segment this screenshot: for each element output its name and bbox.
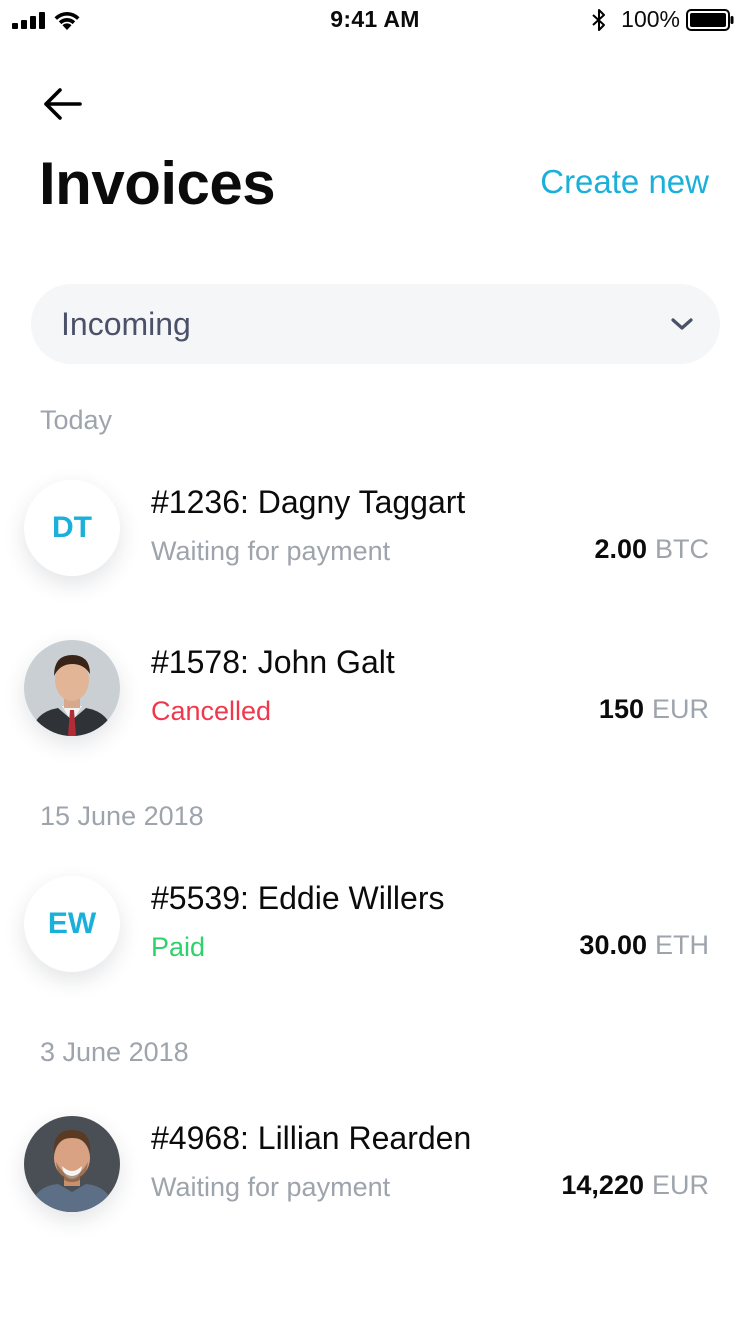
section-header-today: Today [40, 405, 113, 435]
battery-percent: 100% [621, 6, 680, 32]
back-arrow-icon [44, 88, 82, 120]
avatar: DT [24, 480, 120, 576]
avatar-photo [24, 1116, 120, 1212]
avatar-initials: DT [52, 511, 92, 544]
invoice-amount: 30.00 ETH [579, 929, 709, 961]
amount-currency: EUR [651, 694, 709, 724]
invoice-title: #5539: Eddie Willers [151, 880, 445, 916]
invoice-row[interactable]: DT #1236: Dagny Taggart Waiting for paym… [0, 480, 750, 610]
invoice-status: Waiting for payment [151, 536, 391, 566]
section-header-date: 3 June 2018 [40, 1037, 189, 1067]
amount-value: 14,220 [561, 1170, 644, 1200]
invoice-status: Paid [151, 932, 206, 962]
invoice-row[interactable]: EW #5539: Eddie Willers Paid 30.00 ETH [0, 876, 750, 1006]
invoice-row[interactable]: #1578: John Galt Cancelled 150 EUR [0, 640, 750, 770]
invoice-status: Waiting for payment [151, 1172, 391, 1202]
invoice-title: #1236: Dagny Taggart [151, 484, 466, 520]
status-bar: 9:41 AM 100% [0, 0, 750, 40]
back-button[interactable] [40, 84, 86, 124]
invoice-title: #4968: Lillian Rearden [151, 1120, 472, 1156]
invoice-direction-select[interactable]: Incoming [31, 284, 720, 364]
amount-value: 2.00 [594, 534, 647, 564]
person-photo-icon [24, 640, 120, 736]
invoice-row[interactable]: #4968: Lillian Rearden Waiting for payme… [0, 1116, 750, 1246]
battery-icon [686, 9, 734, 31]
chevron-down-icon [671, 318, 693, 330]
invoice-amount: 150 EUR [599, 693, 709, 725]
invoice-status: Cancelled [151, 696, 272, 726]
amount-currency: EUR [651, 1170, 709, 1200]
page-title: Invoices [39, 150, 276, 217]
amount-value: 150 [598, 694, 644, 724]
avatar-initials: EW [47, 907, 97, 940]
filter-selected-value: Incoming [61, 306, 191, 342]
bluetooth-icon [592, 9, 605, 31]
amount-currency: ETH [655, 930, 709, 960]
invoice-amount: 14,220 EUR [561, 1169, 709, 1201]
invoice-title: #1578: John Galt [151, 644, 395, 680]
amount-currency: BTC [655, 534, 709, 564]
avatar-photo [24, 640, 120, 736]
avatar: EW [24, 876, 120, 972]
person-photo-icon [24, 1116, 120, 1212]
create-new-button[interactable]: Create new [540, 162, 709, 202]
invoice-amount: 2.00 BTC [594, 533, 709, 565]
section-header-date: 15 June 2018 [40, 801, 204, 831]
amount-value: 30.00 [579, 930, 647, 960]
